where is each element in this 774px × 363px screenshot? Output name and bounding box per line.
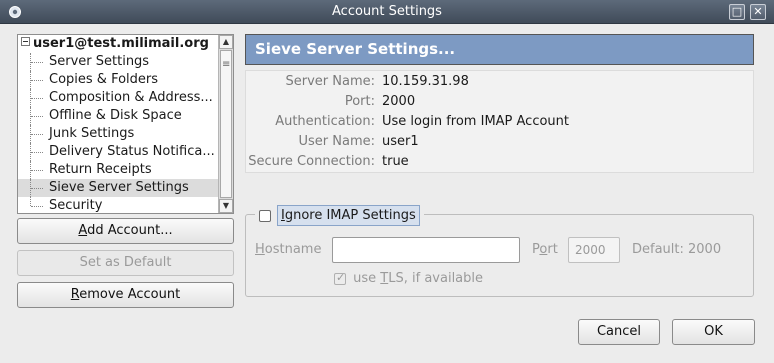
ok-button[interactable]: OK <box>672 319 755 345</box>
server-info-box: Server Name: 10.159.31.98 Port: 2000 Aut… <box>245 70 754 173</box>
hostname-input[interactable] <box>332 237 520 263</box>
default-port-text: Default: 2000 <box>632 242 722 257</box>
info-row-server-name: Server Name: 10.159.31.98 <box>285 74 469 89</box>
info-row-port: Port: 2000 <box>344 94 416 109</box>
title-bar: Account Settings □ ✕ <box>0 0 774 24</box>
port-input[interactable]: 2000 <box>568 237 620 263</box>
tree-items: Server Settings Copies & Folders Compositi… <box>18 53 220 213</box>
cancel-button[interactable]: Cancel <box>578 319 660 345</box>
account-tree[interactable]: user1@test.milimail.org Server Settings C… <box>17 34 234 214</box>
port-label: Port <box>532 242 558 257</box>
hostname-label: Hostname <box>255 242 322 257</box>
tree-item-sieve-server-settings[interactable]: Sieve Server Settings <box>18 179 220 197</box>
tree-item-composition-address[interactable]: Composition & Address... <box>18 89 220 107</box>
ignore-imap-label[interactable]: Ignore IMAP Settings <box>277 205 420 226</box>
tree-item-return-receipts[interactable]: Return Receipts <box>18 161 220 179</box>
tree-item-server-settings[interactable]: Server Settings <box>18 53 220 71</box>
account-name: user1@test.milimail.org <box>33 36 209 51</box>
info-row-user-name: User Name: user1 <box>298 134 419 149</box>
ignore-imap-checkbox[interactable]: Ignore IMAP Settings <box>255 205 424 226</box>
window-title: Account Settings <box>332 4 442 19</box>
maximize-icon[interactable]: □ <box>729 4 745 20</box>
info-row-secure-connection: Secure Connection: true <box>248 154 409 169</box>
scroll-thumb[interactable] <box>220 50 232 198</box>
tree-account-node[interactable]: user1@test.milimail.org <box>21 36 209 54</box>
remove-account-button[interactable]: Remove Account <box>17 282 234 308</box>
tree-item-junk-settings[interactable]: Junk Settings <box>18 125 220 143</box>
collapse-icon[interactable] <box>21 37 30 46</box>
scroll-up-icon[interactable]: ▲ <box>219 35 233 49</box>
info-row-authentication: Authentication: Use login from IMAP Acco… <box>275 114 570 129</box>
panel-title: Sieve Server Settings... <box>245 34 754 65</box>
account-settings-window: Account Settings □ ✕ user1@test.milimail… <box>0 0 774 363</box>
set-default-button[interactable]: Set as Default <box>17 250 234 276</box>
tree-item-offline-disk-space[interactable]: Offline & Disk Space <box>18 107 220 125</box>
tree-item-security[interactable]: Security <box>18 197 220 213</box>
tree-item-copies-folders[interactable]: Copies & Folders <box>18 71 220 89</box>
tree-scrollbar[interactable]: ▲ ▼ <box>218 35 233 213</box>
use-tls-checkbox-box[interactable] <box>334 271 346 285</box>
add-account-button[interactable]: Add Account... <box>17 218 234 244</box>
use-tls-checkbox[interactable]: use TLS, if available <box>334 271 483 286</box>
scroll-down-icon[interactable]: ▼ <box>219 199 233 213</box>
ignore-imap-checkbox-box[interactable] <box>259 209 271 222</box>
tree-item-delivery-status-notifica[interactable]: Delivery Status Notifica... <box>18 143 220 161</box>
close-icon[interactable]: ✕ <box>750 4 766 20</box>
